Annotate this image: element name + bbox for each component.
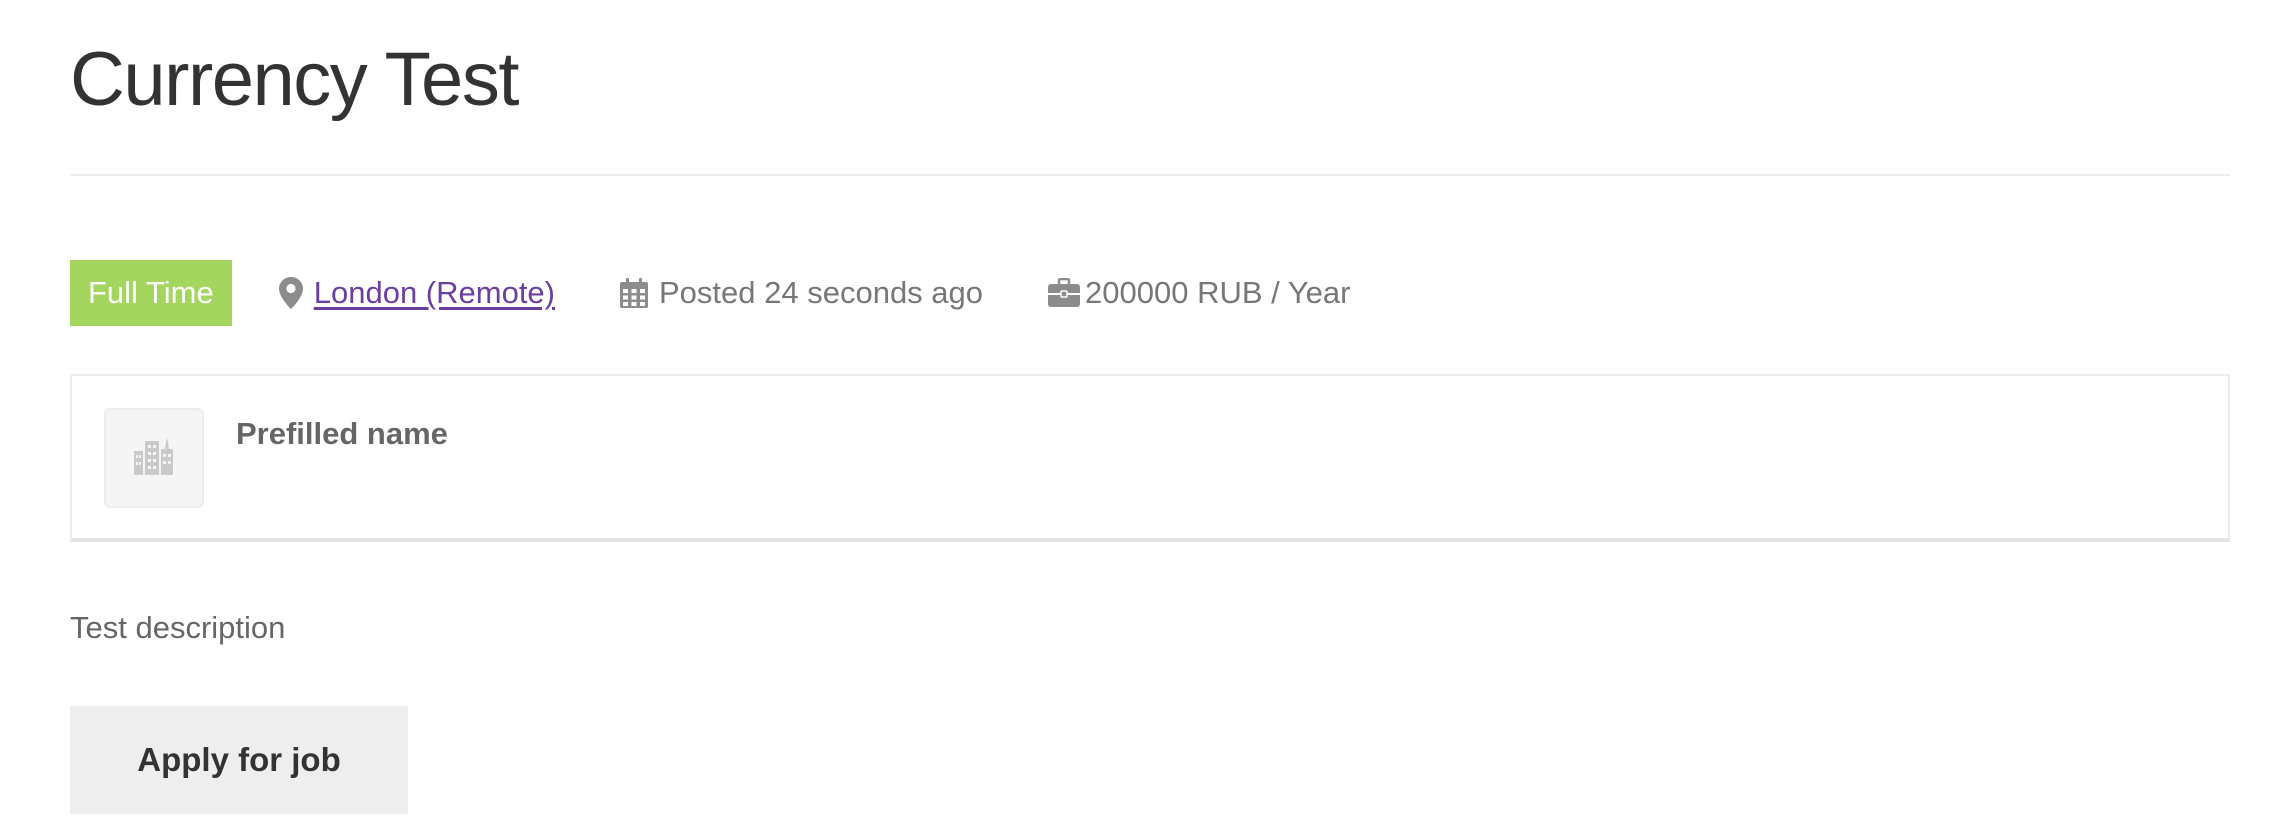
briefcase-icon <box>1047 278 1081 308</box>
job-type-badge: Full Time <box>70 260 232 326</box>
map-pin-icon <box>278 276 304 310</box>
company-logo <box>104 408 204 508</box>
job-posted-date: Posted 24 seconds ago <box>619 275 983 311</box>
job-meta-row: Full Time London (Remote) Posted 24 seco… <box>70 260 1350 326</box>
title-divider <box>70 174 2230 176</box>
posted-text: Posted 24 seconds ago <box>659 275 984 310</box>
location-link[interactable]: London (Remote) <box>314 275 555 311</box>
company-card: Prefilled name <box>70 374 2230 542</box>
company-building-icon <box>132 435 176 482</box>
apply-for-job-button[interactable]: Apply for job <box>70 706 408 814</box>
job-description: Test description <box>70 610 286 645</box>
job-salary: 200000 RUB / Year <box>1047 275 1350 311</box>
calendar-icon <box>619 277 649 309</box>
salary-text: 200000 RUB / Year <box>1085 275 1351 310</box>
job-location: London (Remote) <box>278 275 555 311</box>
company-name: Prefilled name <box>236 416 448 451</box>
job-title: Currency Test <box>70 37 519 122</box>
